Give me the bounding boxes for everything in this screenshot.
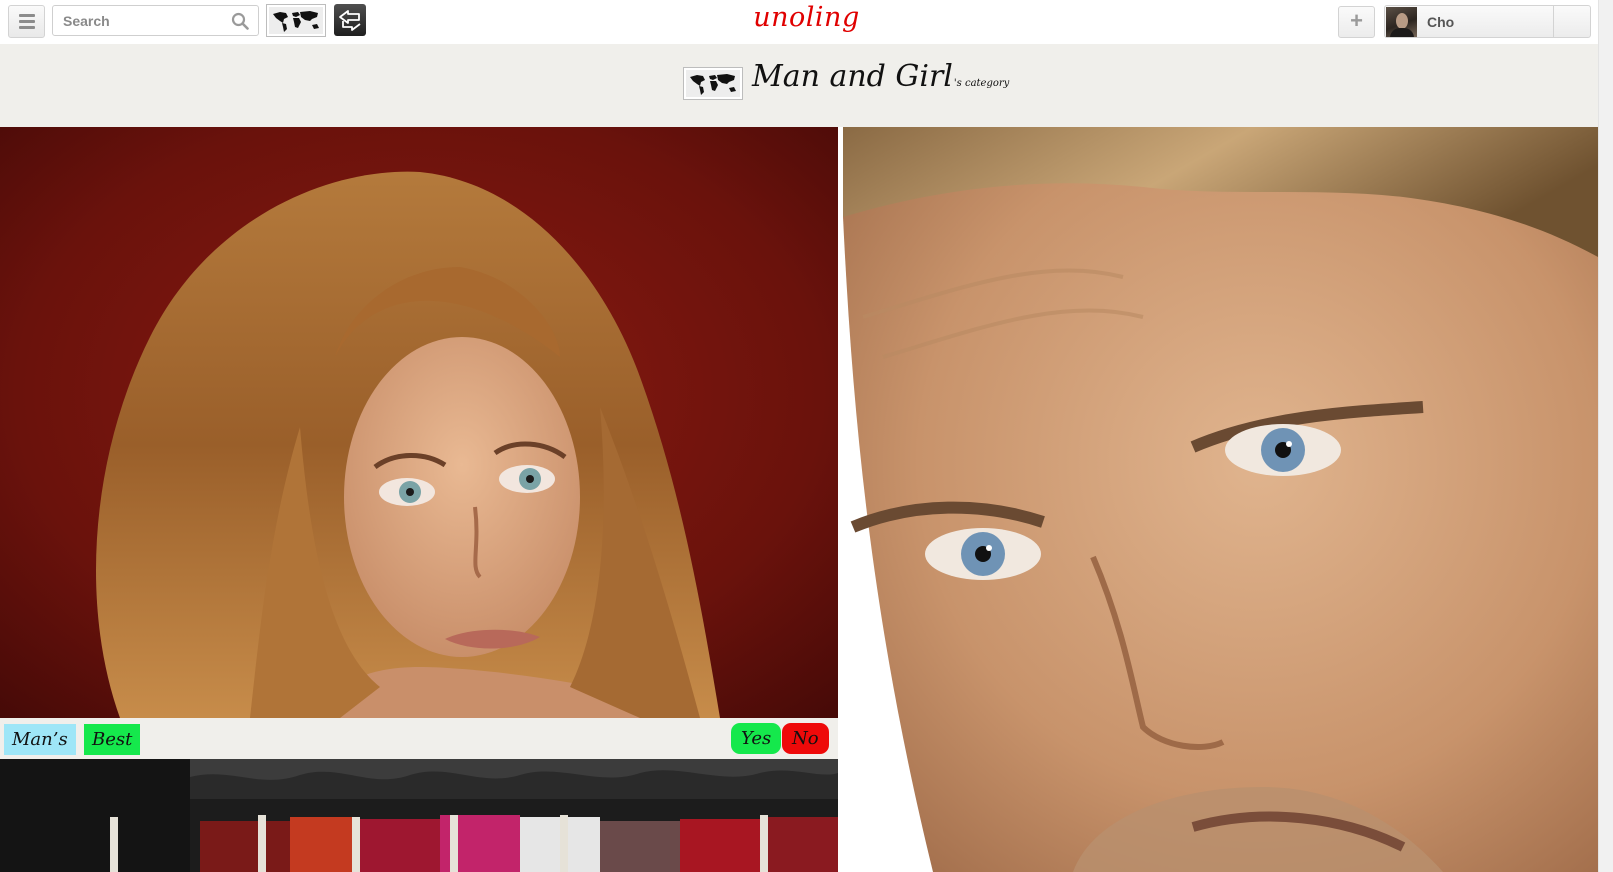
card-action-bar: Man’s Best Yes No (0, 718, 838, 759)
search-input[interactable] (53, 6, 223, 35)
avatar-face (1396, 13, 1408, 29)
world-map-button[interactable] (266, 4, 326, 37)
search-icon[interactable] (231, 12, 249, 30)
share-button[interactable] (334, 4, 366, 36)
card-photo-man[interactable] (843, 127, 1598, 872)
card-photo-nail-polish[interactable] (0, 759, 838, 872)
menu-icon-line (18, 14, 35, 17)
user-menu-divider (1553, 6, 1554, 37)
username: Cho (1427, 14, 1455, 30)
share-arrows-icon (339, 10, 361, 31)
category-header: Man and Girl's category (0, 44, 1598, 127)
tag-best[interactable]: Best (84, 724, 141, 755)
category-title-text: Man and Girl (752, 59, 953, 94)
add-button[interactable]: + (1338, 6, 1375, 38)
card-photo-woman[interactable] (0, 127, 838, 718)
category-map-icon-box[interactable] (683, 67, 743, 100)
vote-yes-button[interactable]: Yes (731, 723, 782, 754)
avatar-body (1390, 28, 1414, 37)
search-box (52, 5, 259, 36)
world-map-icon (273, 11, 319, 32)
nail-polish-image (0, 759, 838, 872)
vote-no-button[interactable]: No (782, 723, 829, 754)
avatar (1386, 7, 1417, 37)
woman-portrait-image (0, 127, 838, 718)
site-logo[interactable]: unoling (753, 2, 859, 33)
plus-icon: + (1350, 8, 1363, 33)
category-title: Man and Girl's category (752, 59, 1009, 94)
user-menu[interactable]: Cho (1384, 5, 1591, 38)
page: unoling + Cho (0, 0, 1613, 872)
category-suffix: 's category (953, 78, 1010, 89)
menu-icon-line (18, 26, 35, 29)
menu-button[interactable] (8, 5, 45, 38)
world-map-icon (690, 74, 736, 95)
tag-mans[interactable]: Man’s (4, 724, 76, 755)
page-scrollbar[interactable] (1598, 0, 1613, 872)
top-bar: unoling + Cho (0, 0, 1598, 44)
man-portrait-image (843, 127, 1598, 872)
menu-icon-line (18, 20, 35, 23)
